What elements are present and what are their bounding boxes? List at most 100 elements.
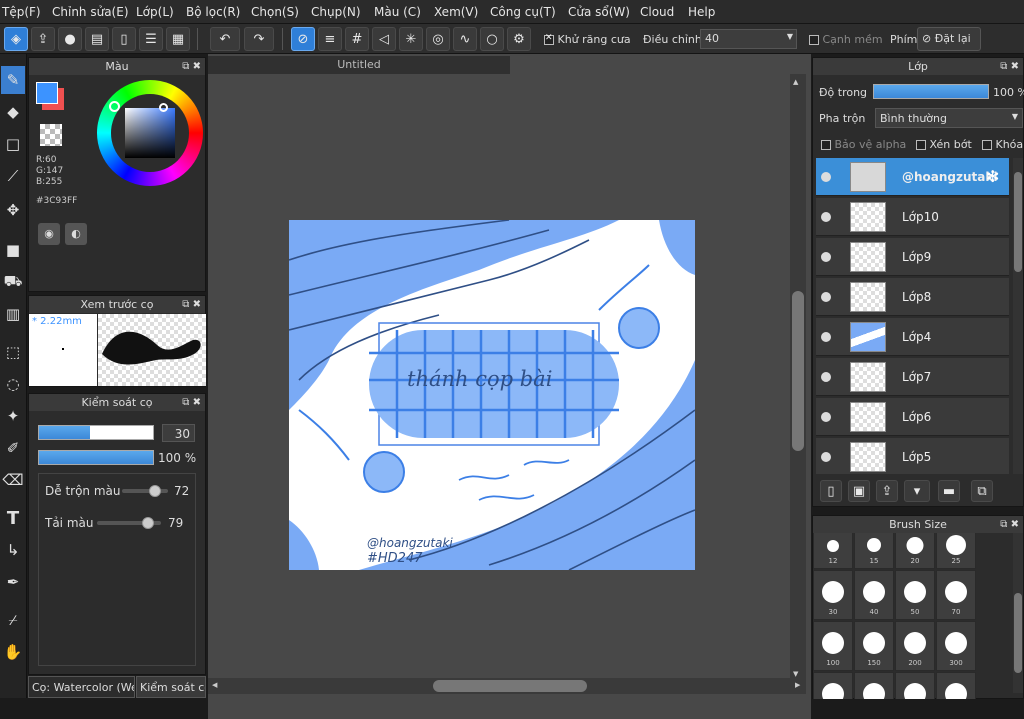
hand-tool-icon[interactable]: ✋ (1, 638, 25, 666)
divide-tool-icon[interactable]: ↳ (1, 536, 25, 564)
tab-brush-name[interactable]: Cọ: Watercolor (Wet (28, 676, 135, 698)
brush-size-cell[interactable]: 200 (895, 621, 935, 671)
bucket-tool-icon[interactable]: ⛟ (1, 268, 25, 296)
brush-size-cell[interactable]: 300 (936, 621, 976, 671)
lock-checkbox[interactable]: Khóa (982, 138, 1023, 151)
layer-blend-select[interactable]: Bình thường ▼ (875, 108, 1023, 128)
menu-help[interactable]: Help (688, 5, 715, 19)
visibility-icon[interactable] (821, 172, 831, 182)
pen-tool-icon[interactable]: ✒ (1, 568, 25, 596)
select-rect-icon[interactable]: ⬚ (1, 338, 25, 366)
visibility-icon[interactable] (821, 292, 831, 302)
menu-filter[interactable]: Bộ lọc(R) (186, 5, 240, 19)
redo-icon[interactable]: ↷ (244, 27, 274, 51)
eraser-mode-icon[interactable]: ◈ (4, 27, 28, 51)
brush-size-cell[interactable]: 50 (895, 570, 935, 620)
lasso-tool-icon[interactable]: ◌ (1, 370, 25, 398)
grid-settings-icon[interactable]: ▦ (166, 27, 190, 51)
layer-list-scrollbar[interactable] (1013, 158, 1023, 474)
color-marker-icon[interactable] (159, 103, 168, 112)
lock-check-icon[interactable] (982, 140, 992, 150)
hue-marker-icon[interactable] (109, 101, 120, 112)
add-layer-menu-icon[interactable]: ▾ (904, 480, 930, 502)
palette-icon[interactable]: ◉ (38, 223, 60, 245)
layer-row[interactable]: Lớp5 (816, 438, 1009, 474)
brush-size-slider[interactable] (38, 425, 154, 440)
adjust-select[interactable]: 40 ▼ (700, 29, 797, 49)
brush-size-cell[interactable] (854, 672, 894, 699)
layer-row[interactable]: Lớp8 (816, 278, 1009, 316)
layer-opacity-slider[interactable] (873, 84, 989, 99)
brush-size-cell[interactable]: 70 (936, 570, 976, 620)
vertical-scrollbar[interactable]: ▲ ▼ (790, 74, 806, 684)
no-snap-icon[interactable]: ⊘ (291, 27, 315, 51)
protect-alpha-check-icon[interactable] (821, 140, 831, 150)
visibility-icon[interactable] (821, 452, 831, 462)
concentric-snap-icon[interactable]: ◎ (426, 27, 450, 51)
layer-row[interactable]: Lớp9 (816, 238, 1009, 276)
horizontal-scroll-thumb[interactable] (433, 680, 587, 692)
gear-icon[interactable]: ✻ (986, 167, 999, 186)
layer-row[interactable]: @hoangzutaki ✻ (816, 158, 1009, 196)
horizontal-scrollbar[interactable]: ◀ ▶ (208, 678, 806, 694)
tab-brush-control[interactable]: Kiểm soát cọ (136, 676, 206, 698)
new-layer-icon[interactable]: ▯ (820, 480, 842, 502)
perspective-snap-icon[interactable]: ◁ (372, 27, 396, 51)
visibility-icon[interactable] (821, 372, 831, 382)
undo-icon[interactable]: ↶ (210, 27, 240, 51)
brush-tool-icon[interactable]: ✎ (1, 66, 25, 94)
brush-opacity-slider[interactable] (38, 450, 154, 465)
antialias-checkbox[interactable]: Khử răng cưa (544, 33, 631, 46)
menu-capture[interactable]: Chụp(N) (311, 5, 361, 19)
list-icon[interactable]: ☰ (139, 27, 163, 51)
layer-row[interactable]: Lớp7 (816, 358, 1009, 396)
brush-size-cell[interactable]: 25 (936, 533, 976, 569)
radial-snap-icon[interactable]: ✳ (399, 27, 423, 51)
scroll-left-icon[interactable]: ◀ (212, 681, 217, 689)
blend-knob-icon[interactable] (149, 485, 162, 497)
brush-size-cell[interactable] (895, 672, 935, 699)
artwork-canvas[interactable]: thánh cọp bài @hoangzutaki #HD247 (289, 220, 695, 570)
brush-size-cell[interactable]: 100 (813, 621, 853, 671)
visibility-icon[interactable] (821, 212, 831, 222)
parallel-snap-icon[interactable]: ≡ (318, 27, 342, 51)
visibility-icon[interactable] (821, 252, 831, 262)
brush-size-cell[interactable]: 20 (895, 533, 935, 569)
clip-check-icon[interactable] (916, 140, 926, 150)
brush-size-cell[interactable] (936, 672, 976, 699)
hue-ring[interactable] (97, 80, 203, 186)
layer-scroll-thumb[interactable] (1014, 172, 1022, 272)
brush-size-field[interactable]: 30 (162, 424, 195, 442)
menu-cloud[interactable]: Cloud (640, 5, 674, 19)
new-vector-layer-icon[interactable]: ▣ (848, 480, 870, 502)
panel-buttons[interactable]: ⧉ ✖ (182, 58, 201, 75)
rectangle-tool-icon[interactable]: □ (1, 130, 25, 158)
layer-row[interactable]: Lớp10 (816, 198, 1009, 236)
menu-file[interactable]: Tệp(F) (2, 5, 41, 19)
magic-wand-icon[interactable]: ✦ (1, 402, 25, 430)
layer-row[interactable]: Lớp6 (816, 398, 1009, 436)
brush-size-cell[interactable]: 40 (854, 570, 894, 620)
menu-window[interactable]: Cửa sổ(W) (568, 5, 630, 19)
smooth-check-icon[interactable] (809, 35, 819, 45)
text-tool-icon[interactable]: T (1, 504, 25, 532)
export-icon[interactable]: ⇪ (31, 27, 55, 51)
brush-size-cell[interactable]: 30 (813, 570, 853, 620)
grid-snap-icon[interactable]: # (345, 27, 369, 51)
eraser-tool-icon[interactable]: ◆ (1, 98, 25, 126)
scroll-right-icon[interactable]: ▶ (795, 681, 800, 689)
menu-view[interactable]: Xem(V) (434, 5, 478, 19)
visibility-icon[interactable] (821, 332, 831, 342)
brush-size-cell[interactable]: 12 (813, 533, 853, 569)
menu-select[interactable]: Chọn(S) (251, 5, 299, 19)
antialias-check-icon[interactable] (544, 33, 554, 45)
brush-size-scrollbar[interactable] (1013, 533, 1023, 693)
palette-edit-icon[interactable]: ◐ (65, 223, 87, 245)
reload-knob-icon[interactable] (141, 517, 154, 529)
move-tool-icon[interactable]: ✥ (1, 196, 25, 224)
transparent-swatch[interactable] (40, 124, 62, 146)
smooth-edge-checkbox[interactable]: Cạnh mềm (809, 33, 883, 46)
panel-buttons[interactable]: ⧉ ✖ (1000, 516, 1019, 533)
import-icon[interactable]: ⇪ (876, 480, 898, 502)
menu-tools[interactable]: Công cụ(T) (490, 5, 556, 19)
